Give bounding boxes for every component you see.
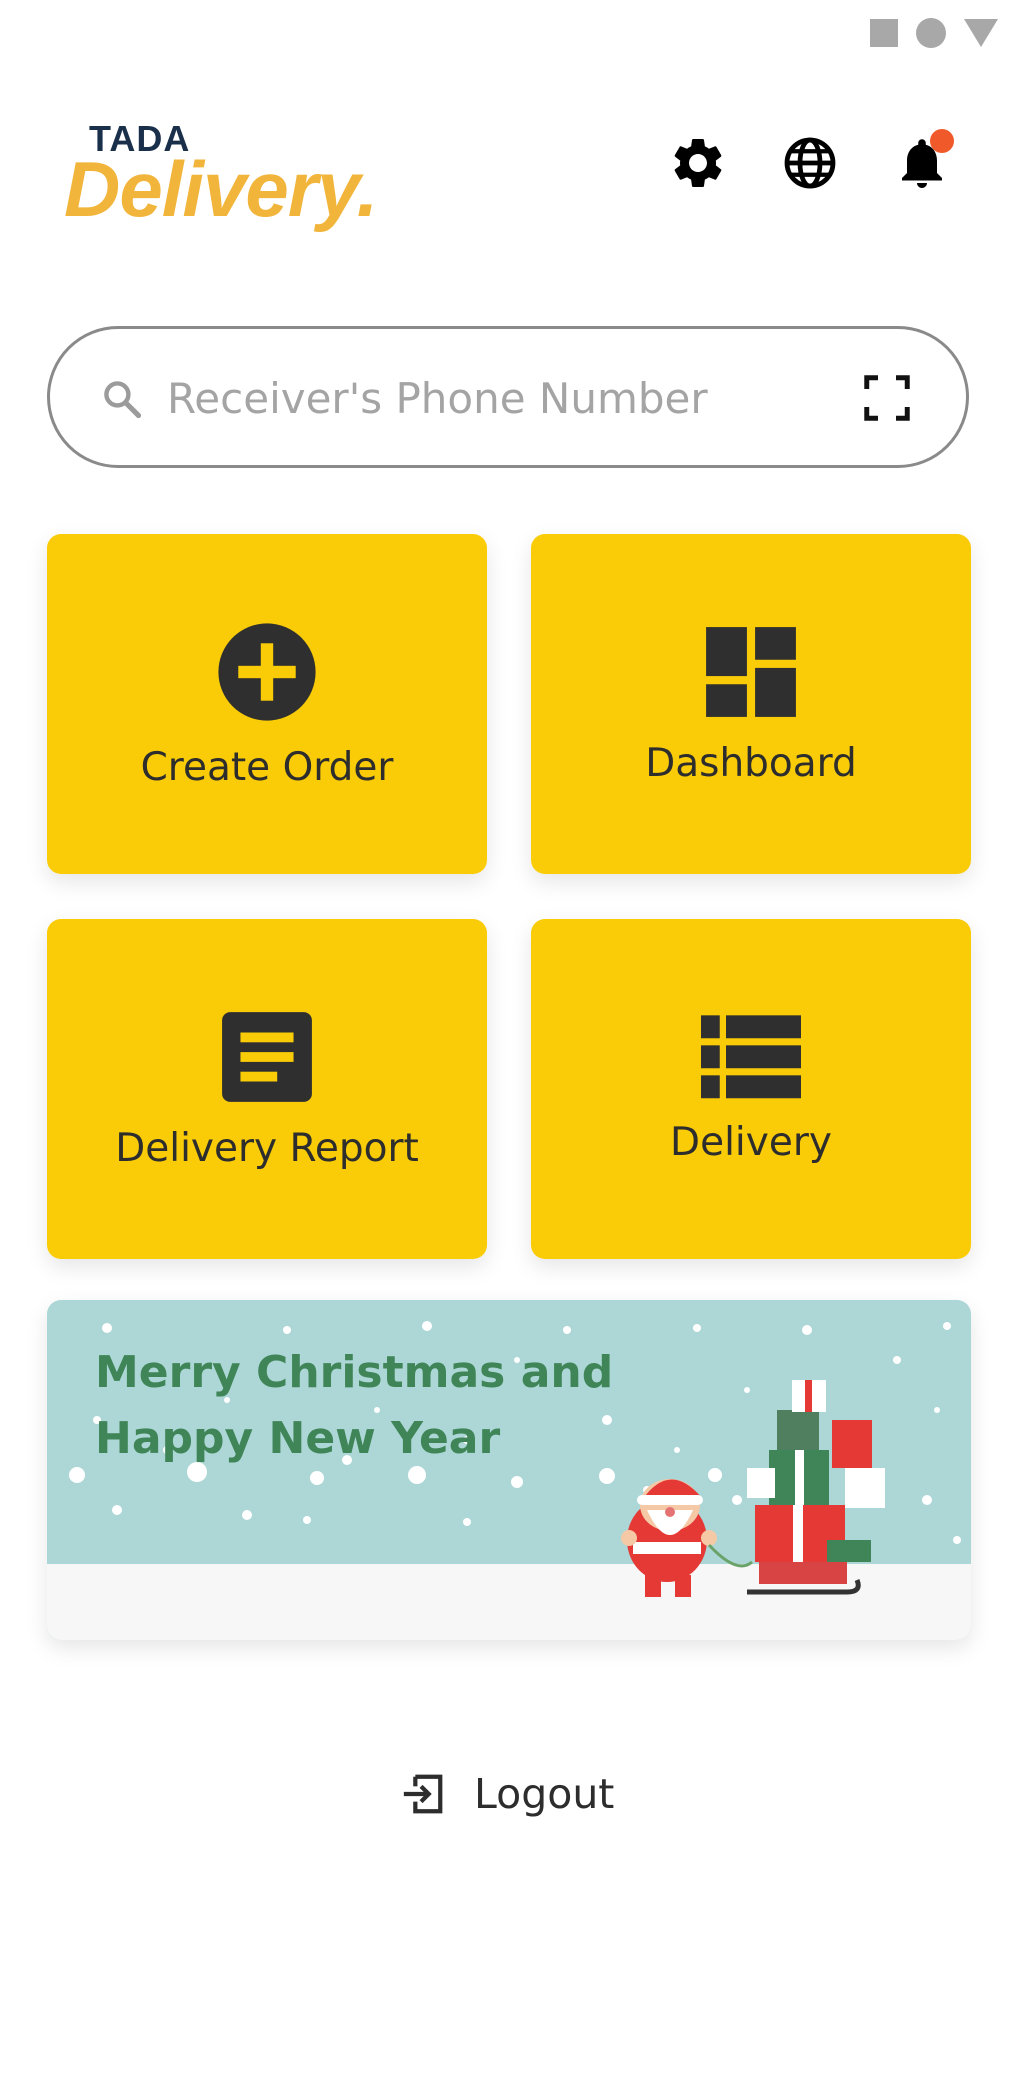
christmas-banner[interactable]: Merry Christmas and Happy New Year <box>47 1300 971 1640</box>
search-bar <box>47 326 969 468</box>
logout-button[interactable]: Logout <box>400 1770 614 1818</box>
globe-icon <box>784 137 836 189</box>
square-icon <box>870 19 898 47</box>
search-icon <box>104 381 142 419</box>
logout-icon <box>403 1774 443 1814</box>
logout-label: Logout <box>474 1770 615 1818</box>
dashboard-label: Dashboard <box>645 740 857 786</box>
delivery-report-label: Delivery Report <box>115 1125 419 1171</box>
header-actions <box>668 129 954 193</box>
notifications-button[interactable] <box>892 129 954 193</box>
dashboard-icon <box>706 626 796 717</box>
notification-badge <box>930 129 954 153</box>
logo-delivery-text: Delivery. <box>64 145 378 233</box>
create-order-button[interactable]: Create Order <box>47 534 487 874</box>
banner-line-1: Merry Christmas and <box>95 1347 614 1398</box>
create-order-label: Create Order <box>140 744 394 790</box>
status-bar <box>870 18 998 48</box>
delivery-report-button[interactable]: Delivery Report <box>47 919 487 1259</box>
triangle-icon <box>964 19 998 47</box>
settings-button[interactable] <box>668 133 728 193</box>
list-icon <box>701 1014 801 1098</box>
delivery-label: Delivery <box>670 1119 832 1165</box>
plus-circle-icon <box>218 622 316 721</box>
language-button[interactable] <box>780 133 840 193</box>
banner-greeting: Merry Christmas and Happy New Year <box>95 1340 613 1472</box>
report-icon <box>222 1011 312 1102</box>
dashboard-button[interactable]: Dashboard <box>531 534 971 874</box>
circle-icon <box>916 18 946 48</box>
app-logo: TADA Delivery. <box>64 116 394 233</box>
delivery-button[interactable]: Delivery <box>531 919 971 1259</box>
banner-line-2: Happy New Year <box>95 1413 501 1464</box>
gear-icon <box>674 139 722 187</box>
phone-search-input[interactable] <box>165 359 809 437</box>
scan-icon[interactable] <box>860 371 914 425</box>
